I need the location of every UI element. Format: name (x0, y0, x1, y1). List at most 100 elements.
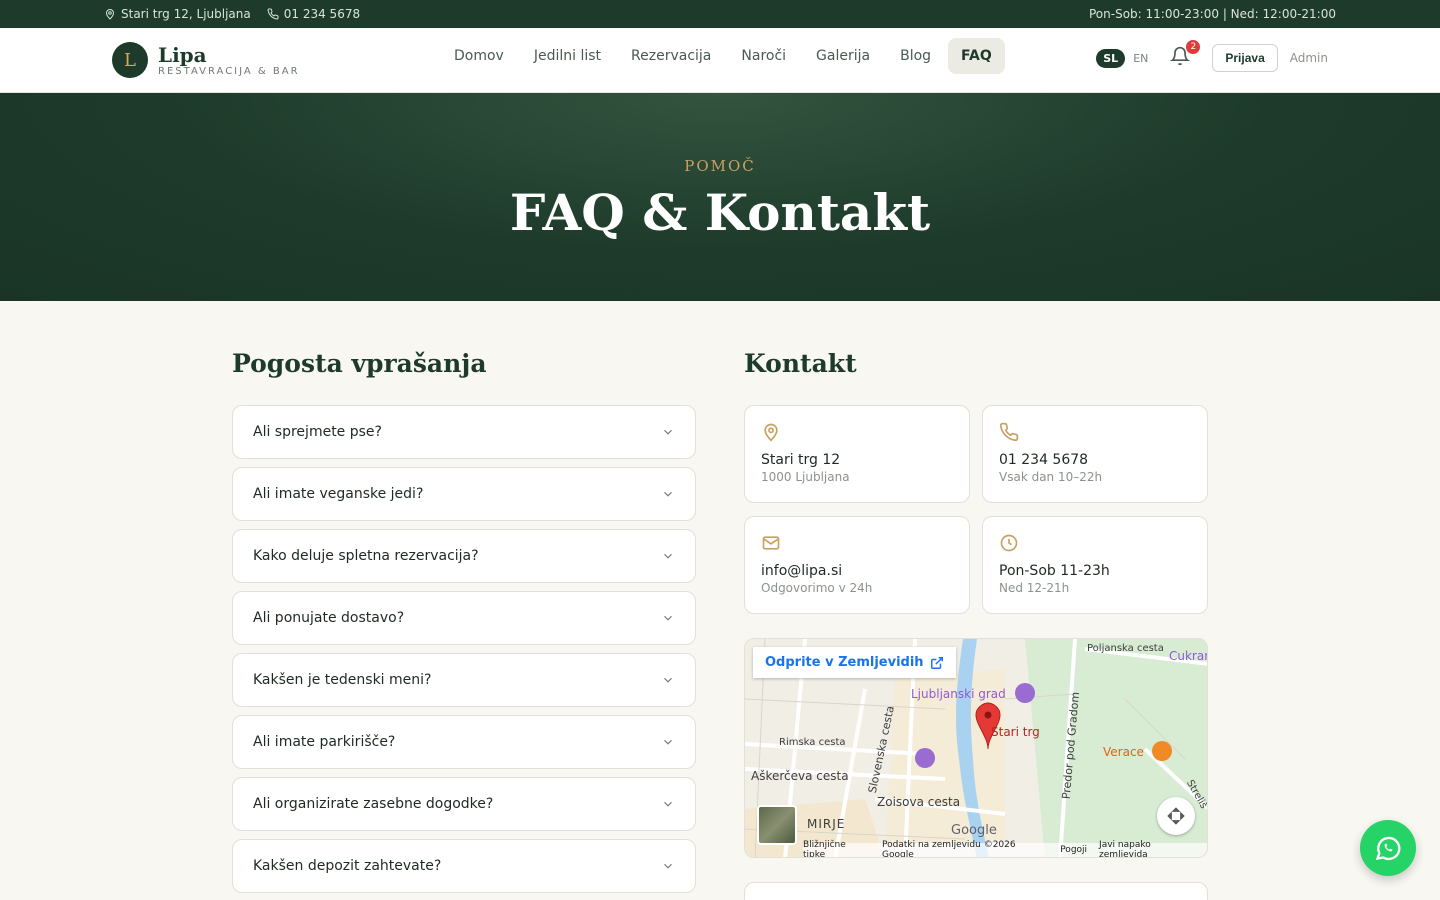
topbar-phone-text: 01 234 5678 (283, 7, 361, 21)
chevron-down-icon (664, 739, 672, 745)
faq-question: Ali ponujate dostavo? (253, 610, 405, 626)
topbar-hours: Pon-Sob: 11:00-23:00 | Ned: 12:00-21:00 (1088, 7, 1336, 21)
map-footer-report[interactable]: Javi napako zemljevida (1099, 840, 1201, 857)
admin-link[interactable]: Admin (1290, 51, 1328, 65)
map-label-castle: Ljubljanski grad (911, 687, 1006, 701)
faq-list: Ali sprejmete pse? Ali imate veganske je… (232, 405, 696, 893)
main-nav: Domov Jedilni list Rezervacija Naroči Ga… (441, 38, 1005, 74)
faq-item[interactable]: Kakšen depozit zahtevate? (232, 839, 696, 893)
map-label-mirje: MIRJE (807, 817, 846, 831)
notifications-button[interactable]: 2 (1170, 40, 1201, 70)
faq-heading: Pogosta vprašanja (232, 349, 487, 378)
language-switcher: SL EN (1096, 48, 1148, 68)
embedded-map[interactable]: Odprite v Zemljevidih Ljubljanski grad S… (744, 638, 1208, 858)
faq-item[interactable]: Ali organizirate zasebne dogodke? (232, 777, 696, 831)
contact-card-title: 01 234 5678 (999, 452, 1089, 468)
contact-form-card (744, 882, 1208, 900)
topbar-phone[interactable]: 01 234 5678 (267, 7, 360, 21)
fullscreen-icon (1167, 807, 1185, 825)
nav-rezervacija[interactable]: Rezervacija (618, 38, 724, 74)
chevron-down-icon (664, 863, 672, 869)
map-label-verace: Verace (1103, 745, 1144, 759)
nav-domov[interactable]: Domov (441, 38, 517, 74)
hero-eyebrow: POMOČ (684, 157, 756, 175)
topbar-address: Stari trg 12, Ljubljana (104, 7, 251, 21)
faq-column: Pogosta vprašanja Ali sprejmete pse? Ali… (232, 349, 696, 900)
faq-question: Ali sprejmete pse? (253, 424, 382, 440)
notification-badge: 2 (1186, 40, 1201, 54)
lang-en[interactable]: EN (1133, 52, 1148, 65)
map-footer-terms[interactable]: Pogoji (1060, 845, 1087, 855)
chevron-down-icon (664, 491, 672, 497)
faq-question: Kakšen je tedenski meni? (253, 672, 432, 688)
contact-card-sub: 1000 Ljubljana (761, 470, 850, 484)
faq-item[interactable]: Ali imate parkirišče? (232, 715, 696, 769)
faq-item[interactable]: Kakšen je tedenski meni? (232, 653, 696, 707)
contact-card-sub: Ned 12-21h (999, 581, 1070, 595)
chevron-down-icon (664, 677, 672, 683)
mail-icon (762, 536, 780, 550)
contact-card-sub: Vsak dan 10–22h (999, 470, 1103, 484)
faq-question: Ali imate parkirišče? (253, 734, 396, 750)
nav-naroci[interactable]: Naroči (728, 38, 799, 74)
faq-item[interactable]: Ali ponujate dostavo? (232, 591, 696, 645)
chevron-down-icon (664, 553, 672, 559)
map-footer-shortcuts[interactable]: Bližnjične tipke (803, 840, 870, 857)
page-title: FAQ & Kontakt (509, 183, 931, 242)
faq-question: Ali organizirate zasebne dogodke? (253, 796, 494, 812)
logo[interactable]: L Lipa RESTAVRACIJA & BAR (112, 42, 300, 78)
logo-name: Lipa (158, 42, 207, 67)
open-in-maps-label: Odprite v Zemljevidih (765, 655, 924, 670)
faq-question: Kakšen depozit zahtevate? (253, 858, 442, 874)
nav-blog[interactable]: Blog (887, 38, 944, 74)
chevron-down-icon (664, 429, 672, 435)
whatsapp-icon (1375, 836, 1401, 861)
fullscreen-button[interactable] (1157, 797, 1195, 835)
main-header: L Lipa RESTAVRACIJA & BAR Domov Jedilni … (0, 28, 1440, 93)
faq-question: Kako deluje spletna rezervacija? (253, 548, 479, 564)
contact-heading: Kontakt (744, 349, 857, 378)
chevron-down-icon (664, 801, 672, 807)
nav-galerija[interactable]: Galerija (803, 38, 883, 74)
clock-icon (1000, 534, 1018, 552)
nav-faq[interactable]: FAQ (948, 38, 1005, 74)
logo-badge: L (112, 42, 148, 78)
hero-section: POMOČ FAQ & Kontakt (0, 93, 1440, 301)
map-label-stari-trg: Stari trg (991, 725, 1040, 739)
map-label-rimska: Rimska cesta (779, 737, 846, 748)
contact-card-phone[interactable]: 01 234 5678 Vsak dan 10–22h (982, 405, 1208, 503)
map-pin-icon (764, 423, 778, 442)
satellite-toggle[interactable] (757, 805, 797, 845)
contact-card-email[interactable]: info@lipa.si Odgovorimo v 24h (744, 516, 970, 614)
whatsapp-button[interactable] (1360, 820, 1416, 876)
contact-cards: Stari trg 12 1000 Ljubljana 01 234 5678 … (744, 405, 1208, 614)
faq-item[interactable]: Ali sprejmete pse? (232, 405, 696, 459)
faq-question: Ali imate veganske jedi? (253, 486, 424, 502)
contact-card-hours: Pon-Sob 11-23h Ned 12-21h (982, 516, 1208, 614)
lang-sl[interactable]: SL (1096, 48, 1126, 68)
map-pin-icon (105, 9, 115, 20)
phone-icon (267, 8, 279, 20)
map-label-askerceva: Aškerčeva cesta (751, 769, 849, 783)
map-footer: Bližnjične tipke Podatki na zemljevidu ©… (803, 840, 1207, 858)
contact-card-sub: Odgovorimo v 24h (761, 581, 873, 595)
map-label-zoisova: Zoisova cesta (877, 795, 961, 809)
faq-item[interactable]: Ali imate veganske jedi? (232, 467, 696, 521)
nav-jedilni-list[interactable]: Jedilni list (521, 38, 614, 74)
login-button[interactable]: Prijava (1212, 44, 1278, 72)
contact-card-title: Stari trg 12 (761, 452, 841, 468)
contact-card-title: Pon-Sob 11-23h (999, 563, 1110, 579)
google-logo: Google (951, 823, 997, 838)
phone-icon (999, 422, 1019, 442)
map-label-poljanska: Poljanska cesta (1087, 643, 1164, 654)
open-in-maps-button[interactable]: Odprite v Zemljevidih (753, 647, 956, 678)
topbar-address-text: Stari trg 12, Ljubljana (121, 7, 251, 21)
external-link-icon (930, 656, 943, 669)
logo-subtitle: RESTAVRACIJA & BAR (158, 65, 300, 77)
top-info-bar: Stari trg 12, Ljubljana 01 234 5678 Pon-… (0, 0, 1440, 28)
contact-card-address: Stari trg 12 1000 Ljubljana (744, 405, 970, 503)
faq-item[interactable]: Kako deluje spletna rezervacija? (232, 529, 696, 583)
map-footer-data: Podatki na zemljevidu ©2026 Google (882, 840, 1016, 858)
chevron-down-icon (664, 615, 672, 621)
map-label-cukr: Cukrar (1169, 649, 1208, 663)
